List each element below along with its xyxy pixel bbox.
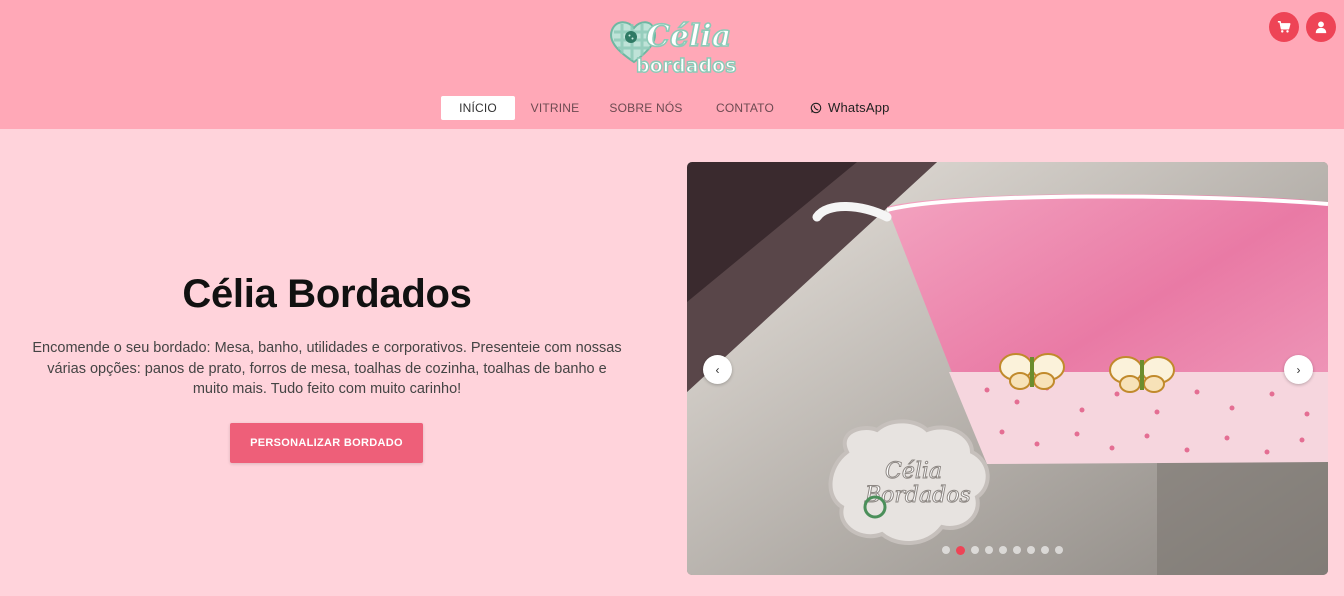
account-button[interactable] [1306, 12, 1336, 42]
nav-item-vitrine[interactable]: Vitrine [522, 96, 588, 120]
photo-tag-line1: Célia [885, 459, 942, 484]
logo-text-top: Célia [646, 19, 731, 54]
carousel-dot-active[interactable] [956, 545, 965, 555]
carousel-prev-button[interactable]: ‹ [703, 355, 732, 384]
site-header: Célia bordados Início Vitrine Sobre nós … [0, 0, 1344, 129]
main-nav: Início Vitrine Sobre nós Contato WhatsAp… [0, 96, 1344, 120]
user-icon [1315, 21, 1327, 34]
logo-text-bottom: bordados [636, 55, 736, 76]
carousel-dot[interactable] [999, 546, 1007, 554]
carousel-dot[interactable] [942, 546, 950, 554]
hero-title: Célia Bordados [182, 272, 472, 316]
nav-item-sobre-nos[interactable]: Sobre nós [602, 96, 690, 120]
hero-description: Encomende o seu bordado: Mesa, banho, ut… [32, 340, 622, 397]
nav-item-whatsapp[interactable]: WhatsApp [810, 96, 900, 120]
carousel-slide-image: Célia Bordados [687, 162, 1328, 575]
carousel-dot[interactable] [1013, 546, 1021, 554]
carousel-dot[interactable] [971, 546, 979, 554]
carousel-dot[interactable] [985, 546, 993, 554]
nav-item-inicio[interactable]: Início [441, 96, 515, 120]
site-logo[interactable]: Célia bordados [606, 10, 752, 76]
cart-icon [1277, 20, 1291, 33]
carousel-dot[interactable] [1055, 546, 1063, 554]
carousel-indicators [942, 545, 1072, 555]
carousel-dot[interactable] [1041, 546, 1049, 554]
logo-graphic: Célia bordados [610, 18, 737, 76]
cart-button[interactable] [1269, 12, 1299, 42]
carousel-next-button[interactable]: › [1284, 355, 1313, 384]
personalize-embroidery-button[interactable]: Personalizar Bordado [230, 423, 423, 463]
nav-item-contato[interactable]: Contato [705, 96, 785, 120]
whatsapp-icon [810, 102, 822, 114]
photo-tag-line2: Bordados [864, 483, 971, 508]
product-carousel[interactable]: Célia Bordados ‹ › [687, 162, 1328, 575]
nav-whatsapp-label: WhatsApp [828, 100, 890, 115]
carousel-dot[interactable] [1027, 546, 1035, 554]
